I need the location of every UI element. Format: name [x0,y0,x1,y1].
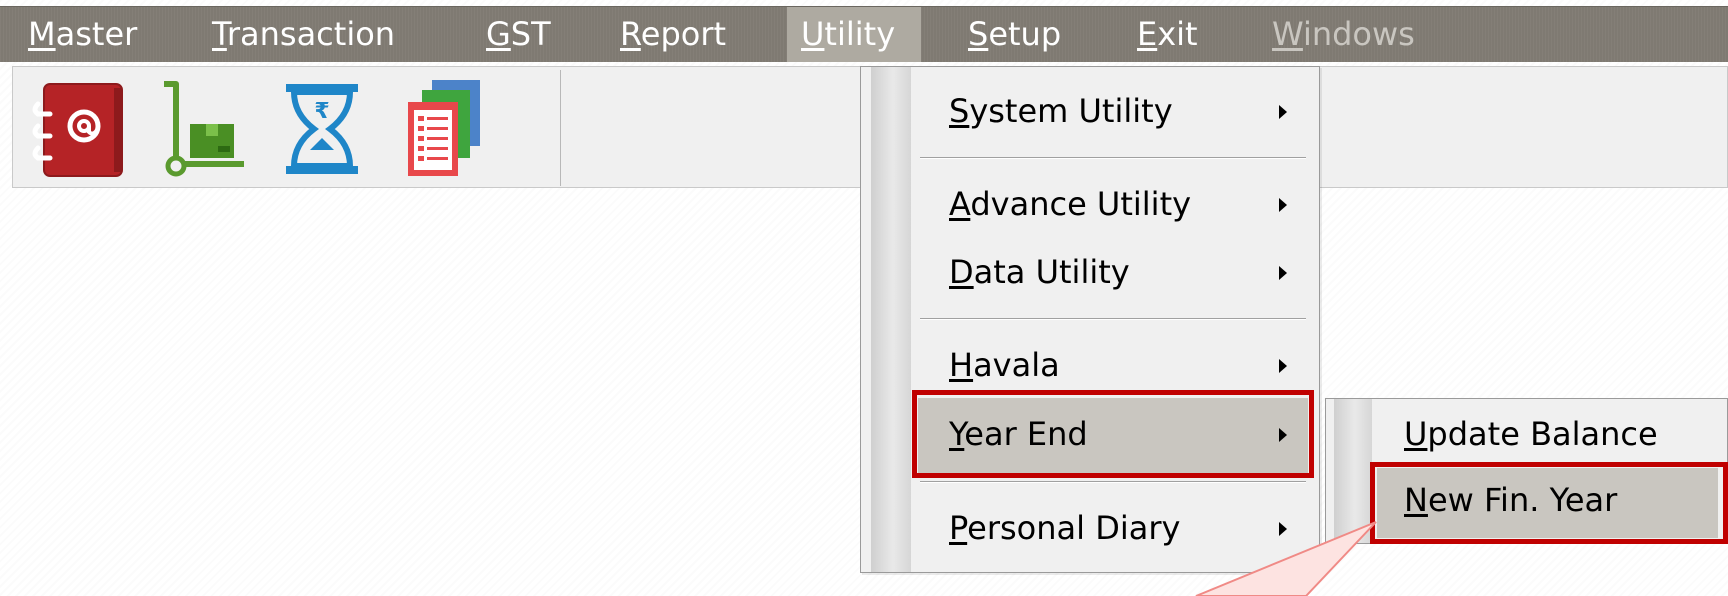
callout-pointer [1195,521,1377,596]
